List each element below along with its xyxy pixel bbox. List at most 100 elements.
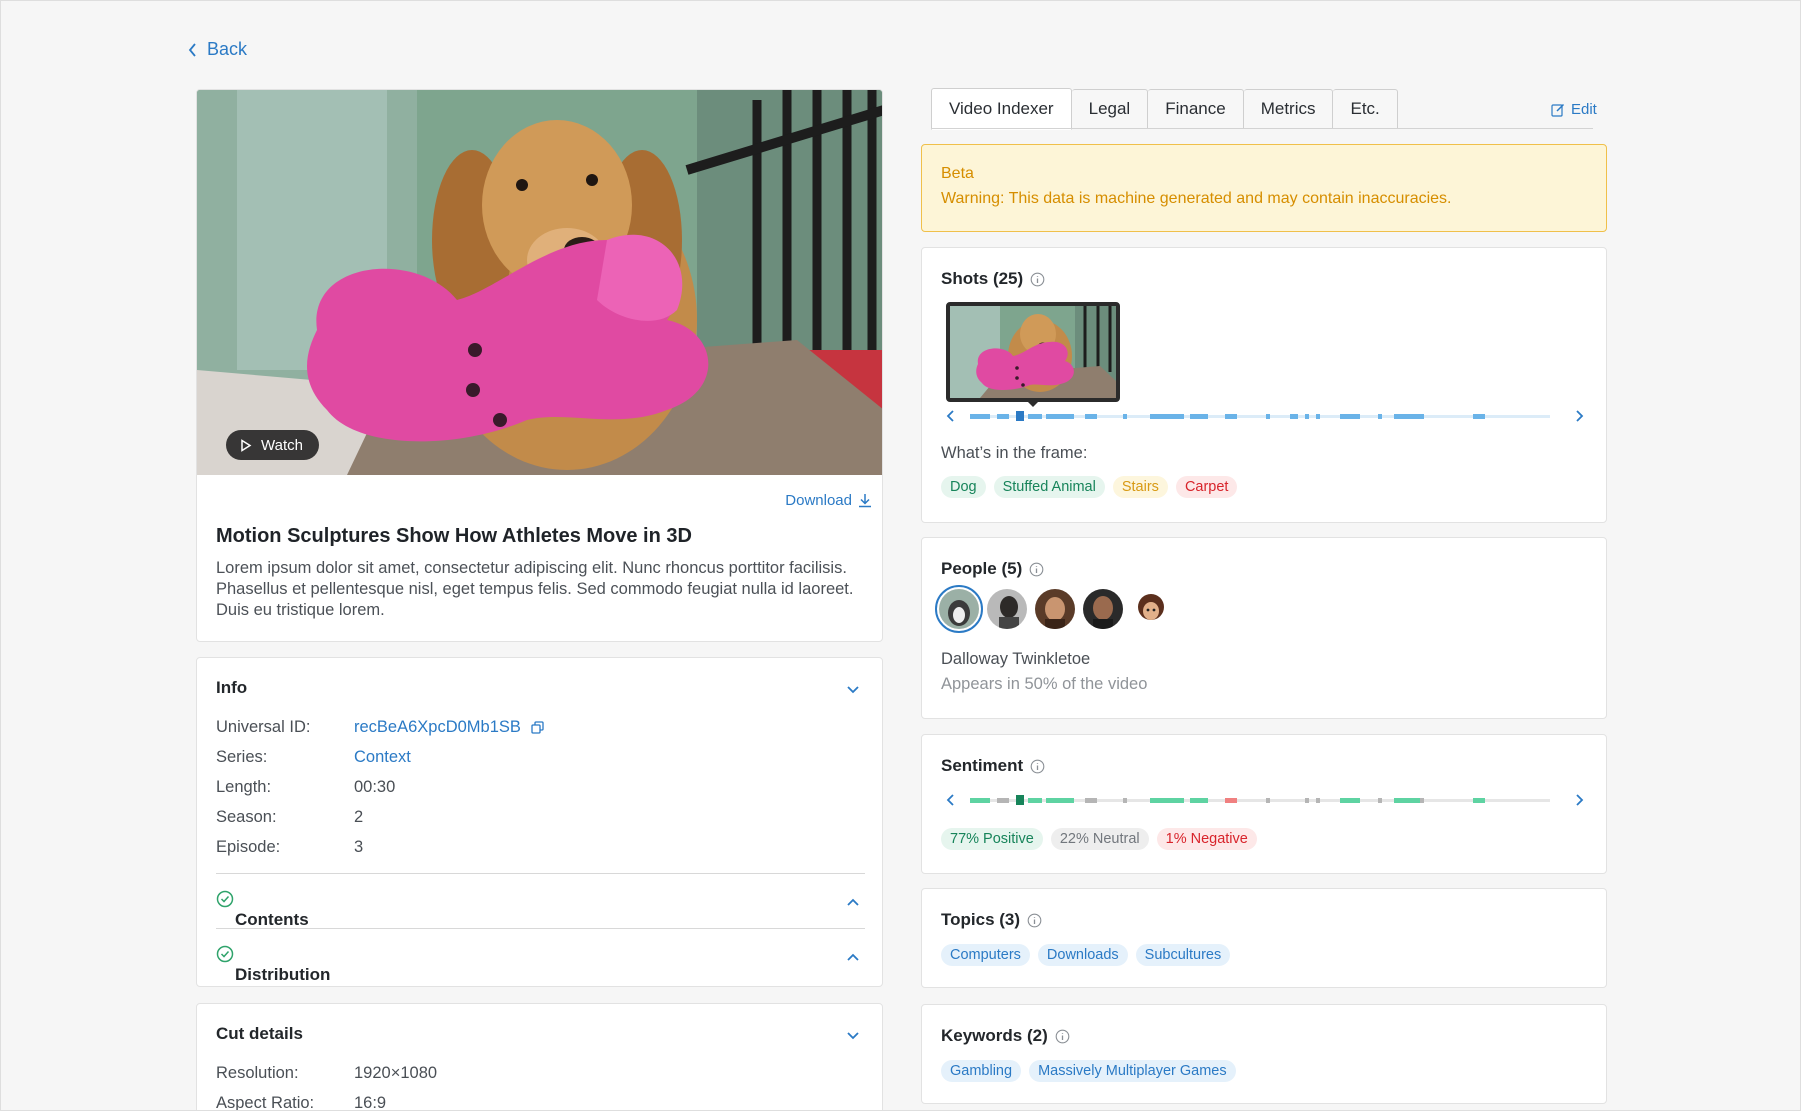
tab-metrics[interactable]: Metrics	[1243, 89, 1334, 129]
sentiment-tags: 77% Positive 22% Neutral 1% Negative	[941, 828, 1265, 850]
sentiment-timeline[interactable]	[940, 792, 1590, 808]
contents-title: Contents	[235, 910, 309, 929]
info-key: Episode:	[216, 837, 281, 856]
info-key: Length:	[216, 777, 272, 796]
sentiment-title: Sentiment	[941, 756, 1024, 775]
shots-timeline-track	[946, 410, 1584, 422]
topics-title: Topics (3)	[941, 910, 1021, 929]
edit-button[interactable]: Edit	[1551, 101, 1597, 118]
shots-timeline[interactable]	[940, 408, 1590, 424]
cut-key: Aspect Ratio:	[216, 1093, 315, 1111]
download-label: Download	[785, 492, 852, 509]
topic-tags: Computers Downloads Subcultures	[941, 944, 1238, 966]
avatar[interactable]	[935, 585, 983, 633]
sentiment-header: Sentiment	[941, 756, 1045, 776]
timeline-prev-icon	[946, 410, 954, 422]
chevron-up-icon[interactable]	[846, 953, 860, 962]
info-row-length: Length: 00:30	[216, 772, 544, 802]
avatar[interactable]	[1035, 589, 1075, 629]
page: Back Watch Download Motion Sculptures Sh…	[0, 0, 1801, 1111]
series-link[interactable]: Context	[354, 748, 411, 767]
tag-subcultures[interactable]: Subcultures	[1135, 944, 1231, 966]
frame-tags: Dog Stuffed Animal Stairs Carpet	[941, 476, 1245, 498]
tab-legal[interactable]: Legal	[1071, 89, 1149, 129]
info-icon[interactable]	[1030, 759, 1045, 774]
tab-video-indexer[interactable]: Video Indexer	[931, 88, 1072, 130]
tag-dog[interactable]: Dog	[941, 476, 986, 498]
info-value: 2	[354, 807, 364, 826]
timeline-next-icon	[1576, 410, 1584, 422]
tag-computers[interactable]: Computers	[941, 944, 1030, 966]
info-key: Series:	[216, 747, 268, 766]
chevron-up-icon[interactable]	[846, 898, 860, 907]
people-card: People (5) Dalloway Twinkletoe Appears i…	[921, 537, 1607, 719]
tab-underline	[931, 128, 1593, 129]
watch-label: Watch	[261, 436, 303, 454]
info-icon[interactable]	[1030, 272, 1045, 287]
timeline-next-icon	[1576, 794, 1584, 806]
people-avatars	[935, 585, 1171, 633]
back-link[interactable]: Back	[187, 39, 247, 60]
play-icon	[241, 438, 252, 452]
info-rows: Universal ID: recBeA6XpcD0Mb1SB Series: …	[216, 712, 544, 862]
distribution-title: Distribution	[235, 965, 331, 984]
tab-etc[interactable]: Etc.	[1333, 89, 1398, 129]
tag-stairs[interactable]: Stairs	[1112, 476, 1168, 498]
sentiment-timeline-track	[946, 794, 1584, 806]
divider	[216, 928, 865, 929]
sentiment-neutral: 22% Neutral	[1050, 828, 1149, 850]
distribution-section-header[interactable]: Distribution	[216, 945, 330, 984]
chevron-left-icon	[188, 42, 196, 57]
info-row-series: Series: Context	[216, 742, 544, 772]
tag-stuffed-animal[interactable]: Stuffed Animal	[993, 476, 1105, 498]
info-icon[interactable]	[1055, 1029, 1070, 1044]
info-icon[interactable]	[1027, 913, 1042, 928]
info-key: Universal ID:	[216, 717, 311, 736]
video-title: Motion Sculptures Show How Athletes Move…	[216, 525, 692, 547]
avatar-image	[987, 589, 1027, 629]
avatar[interactable]	[1131, 589, 1171, 629]
check-circle-icon	[216, 945, 234, 963]
info-row-universal-id: Universal ID: recBeA6XpcD0Mb1SB	[216, 712, 544, 742]
beta-warning: Beta Warning: This data is machine gener…	[921, 144, 1607, 232]
keywords-title: Keywords (2)	[941, 1026, 1048, 1045]
tab-bar: Video Indexer Legal Finance Metrics Etc.	[931, 88, 1398, 130]
tag-mmo-games[interactable]: Massively Multiplayer Games	[1029, 1060, 1236, 1082]
watch-button[interactable]: Watch	[226, 430, 319, 460]
tag-downloads[interactable]: Downloads	[1037, 944, 1128, 966]
tag-carpet[interactable]: Carpet	[1175, 476, 1238, 498]
shot-preview	[946, 302, 1120, 402]
universal-id-text[interactable]: recBeA6XpcD0Mb1SB	[354, 718, 521, 737]
avatar[interactable]	[1083, 589, 1123, 629]
cut-value: 16:9	[354, 1093, 387, 1111]
cut-row-aspect: Aspect Ratio: 16:9	[216, 1088, 437, 1111]
keywords-header: Keywords (2)	[941, 1026, 1070, 1046]
cut-rows: Resolution: 1920×1080 Aspect Ratio: 16:9	[216, 1058, 437, 1111]
universal-id-value[interactable]: recBeA6XpcD0Mb1SB	[354, 718, 544, 737]
chevron-down-icon[interactable]	[846, 685, 860, 694]
contents-section-header[interactable]: Contents	[216, 890, 309, 929]
avatar-image	[1083, 589, 1123, 629]
shots-title: Shots (25)	[941, 269, 1024, 288]
keyword-tags: Gambling Massively Multiplayer Games	[941, 1060, 1244, 1082]
download-link[interactable]: Download	[785, 492, 872, 509]
chevron-down-icon[interactable]	[846, 1031, 860, 1040]
video-thumbnail[interactable]: Watch	[197, 90, 882, 475]
beta-title: Beta	[941, 165, 974, 182]
info-icon[interactable]	[1029, 562, 1044, 577]
topics-card: Topics (3) Computers Downloads Subcultur…	[921, 888, 1607, 988]
copy-icon[interactable]	[531, 720, 544, 734]
avatar[interactable]	[987, 589, 1027, 629]
shots-card: Shots (25) What’s in the frame: Dog Stuf…	[921, 247, 1607, 523]
sentiment-card: Sentiment 77% Positive 22% Neutral 1% Ne…	[921, 734, 1607, 874]
people-header: People (5)	[941, 559, 1044, 579]
divider	[216, 873, 865, 874]
shots-header: Shots (25)	[941, 269, 1045, 289]
video-card: Watch Download Motion Sculptures Show Ho…	[196, 89, 883, 642]
check-circle-icon	[216, 890, 234, 908]
tag-gambling[interactable]: Gambling	[941, 1060, 1022, 1082]
info-row-episode: Episode: 3	[216, 832, 544, 862]
topics-header: Topics (3)	[941, 910, 1042, 930]
cut-value: 1920×1080	[354, 1063, 438, 1082]
tab-finance[interactable]: Finance	[1148, 89, 1244, 129]
